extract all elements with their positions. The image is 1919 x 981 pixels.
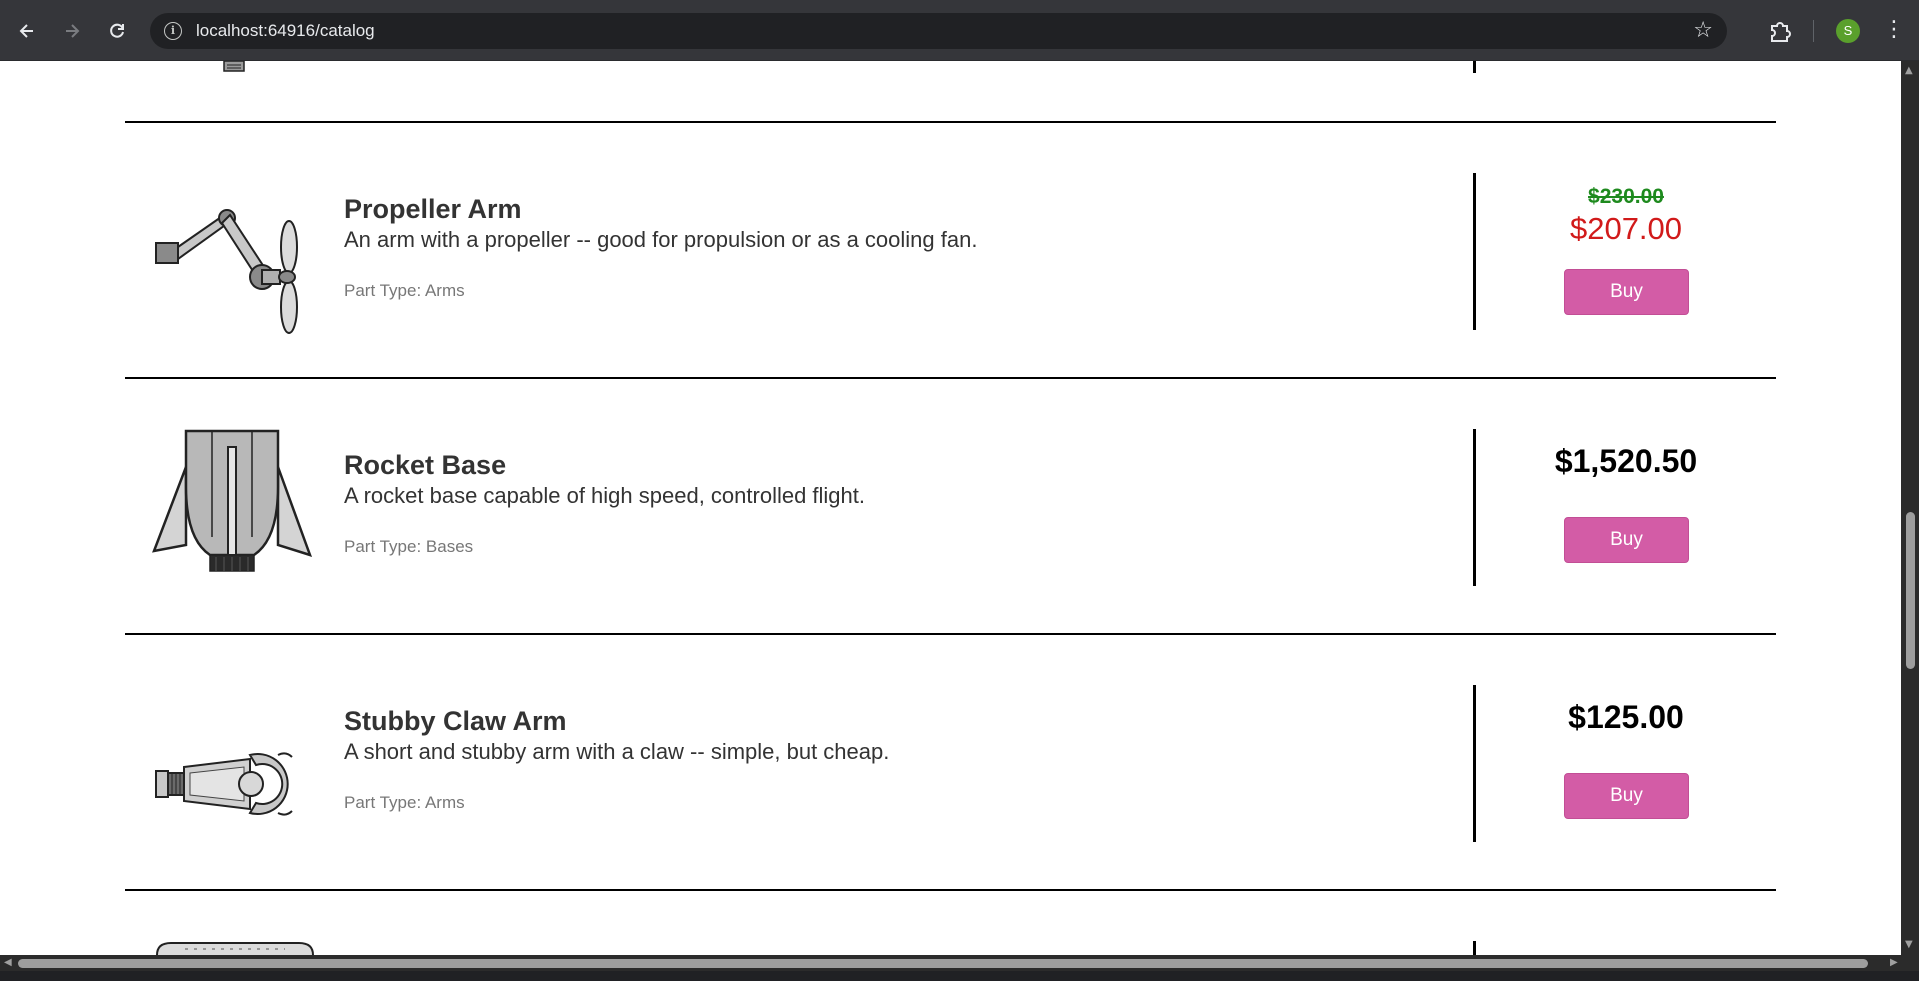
product-part-type: Part Type: Arms <box>344 793 465 812</box>
product-name: Propeller Arm <box>344 194 522 224</box>
arrow-right-icon <box>66 24 80 38</box>
row-divider <box>125 121 1776 123</box>
price-divider <box>1473 941 1476 955</box>
price-divider <box>1473 61 1476 73</box>
stubby-claw-arm-image <box>155 752 293 816</box>
site-info-icon[interactable]: i <box>164 22 182 40</box>
toolbar-separator <box>1813 20 1814 42</box>
window-bottom-edge <box>0 971 1919 981</box>
product-image-partial <box>223 61 245 72</box>
vertical-scrollbar[interactable]: ▲ ▼ <box>1901 61 1919 955</box>
price-divider <box>1473 173 1476 330</box>
original-price: $230.00 <box>1588 185 1664 208</box>
scroll-left-icon[interactable]: ◀ <box>4 957 12 968</box>
kebab-menu-icon[interactable]: ⋮ <box>1883 16 1905 44</box>
buy-button[interactable]: Buy <box>1564 773 1689 819</box>
product-part-type: Part Type: Arms <box>344 281 465 300</box>
scroll-right-icon[interactable]: ▶ <box>1890 957 1898 968</box>
price-block: $230.00 $207.00 <box>1490 185 1762 247</box>
reload-icon <box>110 23 124 38</box>
catalog-page: Propeller Arm An arm with a propeller --… <box>0 61 1901 955</box>
product-description: A short and stubby arm with a claw -- si… <box>344 739 890 764</box>
product-name: Stubby Claw Arm <box>344 706 567 736</box>
reload-button[interactable] <box>100 14 134 48</box>
product-price: $125.00 <box>1568 699 1684 735</box>
product-description: A rocket base capable of high speed, con… <box>344 483 866 508</box>
product-part-type: Part Type: Bases <box>344 537 474 556</box>
scroll-up-icon[interactable]: ▲ <box>1905 65 1913 76</box>
sale-price: $207.00 <box>1569 211 1683 246</box>
browser-toolbar: i localhost:64916/catalog ☆ S ⋮ <box>0 0 1919 61</box>
product-price: $1,520.50 <box>1554 443 1698 479</box>
forward-button[interactable] <box>55 14 89 48</box>
address-bar[interactable]: i localhost:64916/catalog ☆ <box>150 13 1727 49</box>
product-image-partial <box>156 942 314 955</box>
scroll-down-icon[interactable]: ▼ <box>1905 939 1913 950</box>
row-divider <box>125 633 1776 635</box>
product-name: Rocket Base <box>344 450 507 480</box>
puzzle-icon[interactable] <box>1766 17 1794 45</box>
arrow-left-icon <box>19 24 33 38</box>
url-text[interactable]: localhost:64916/catalog <box>196 21 375 41</box>
row-divider <box>125 377 1776 379</box>
star-icon[interactable]: ☆ <box>1693 18 1713 43</box>
price-block: $125.00 <box>1490 699 1762 736</box>
vertical-scroll-thumb[interactable] <box>1906 512 1915 669</box>
price-divider <box>1473 429 1476 586</box>
row-divider <box>125 889 1776 891</box>
product-description: An arm with a propeller -- good for prop… <box>344 227 978 252</box>
propeller-arm-image <box>155 209 298 334</box>
profile-avatar[interactable]: S <box>1836 19 1860 43</box>
buy-button[interactable]: Buy <box>1564 269 1689 315</box>
buy-button[interactable]: Buy <box>1564 517 1689 563</box>
price-divider <box>1473 685 1476 842</box>
horizontal-scrollbar[interactable]: ◀ ▶ <box>0 955 1919 971</box>
horizontal-scroll-thumb[interactable] <box>18 959 1868 968</box>
back-button[interactable] <box>10 14 44 48</box>
rocket-base-image <box>152 429 313 572</box>
price-block: $1,520.50 <box>1490 443 1762 480</box>
